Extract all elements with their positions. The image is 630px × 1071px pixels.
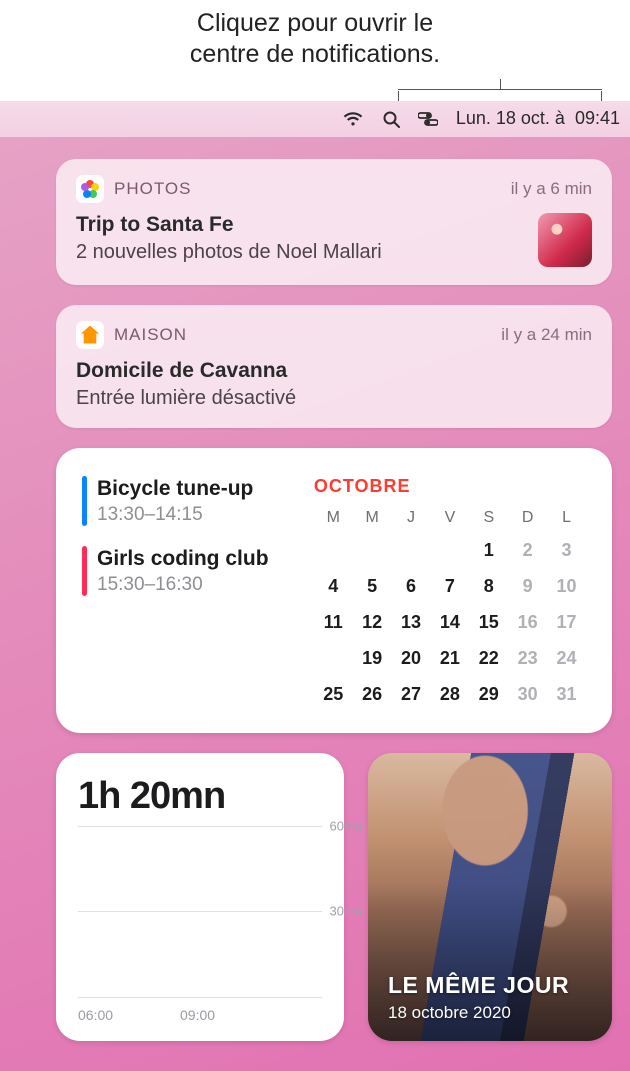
event-time: 13:30–14:15 — [97, 504, 253, 526]
calendar-day[interactable]: 19 — [353, 645, 392, 671]
calendar-day[interactable]: 10 — [547, 573, 586, 599]
notification-time: il y a 24 min — [501, 325, 592, 345]
calendar-day[interactable]: 7 — [430, 573, 469, 599]
notification-home[interactable]: MAISON il y a 24 min Domicile de Cavanna… — [56, 305, 612, 428]
notification-app-name: MAISON — [114, 325, 187, 345]
screentime-chart: 60mn 30mn 06:0009:00 — [78, 826, 322, 1023]
calendar-events-list: Bicycle tune-up13:30–14:15 Girls coding c… — [82, 476, 314, 707]
callout-bracket — [398, 79, 602, 101]
screentime-widget[interactable]: 1h 20mn 60mn 30mn 06:0009:00 — [56, 753, 344, 1041]
notification-center: PHOTOS il y a 6 min Trip to Santa Fe 2 n… — [0, 137, 630, 1061]
event-title: Bicycle tune-up — [97, 476, 253, 502]
calendar-event[interactable]: Girls coding club15:30–16:30 — [82, 546, 304, 596]
wifi-icon[interactable] — [342, 111, 364, 127]
event-color-bar — [82, 546, 87, 596]
notification-time: il y a 6 min — [511, 179, 592, 199]
calendar-day[interactable]: 9 — [508, 573, 547, 599]
calendar-day[interactable]: 16 — [508, 609, 547, 635]
calendar-day[interactable]: 31 — [547, 681, 586, 707]
calendar-day[interactable]: 3 — [547, 537, 586, 563]
event-time: 15:30–16:30 — [97, 574, 269, 596]
calendar-day[interactable]: 8 — [469, 573, 508, 599]
callout-text: Cliquez pour ouvrir le centre de notific… — [0, 0, 630, 79]
calendar-day[interactable]: 13 — [392, 609, 431, 635]
notification-photos[interactable]: PHOTOS il y a 6 min Trip to Santa Fe 2 n… — [56, 159, 612, 285]
calendar-dow: S — [469, 509, 508, 527]
calendar-dow: D — [508, 509, 547, 527]
calendar-day[interactable]: 12 — [353, 609, 392, 635]
calendar-day[interactable]: 22 — [469, 645, 508, 671]
calendar-dow: J — [392, 509, 431, 527]
calendar-day[interactable]: 26 — [353, 681, 392, 707]
calendar-grid: MMJVSDL123456789101112131415161718192021… — [314, 509, 586, 707]
calendar-day[interactable]: 27 — [392, 681, 431, 707]
menu-bar-datetime[interactable]: Lun. 18 oct. à 09:41 — [456, 108, 620, 129]
calendar-day[interactable]: 17 — [547, 609, 586, 635]
menu-bar-date: Lun. 18 oct. à — [456, 108, 565, 129]
calendar-day[interactable]: 28 — [430, 681, 469, 707]
callout-line1: Cliquez pour ouvrir le — [197, 9, 433, 37]
photos-app-icon — [76, 175, 104, 203]
menu-bar: Lun. 18 oct. à 09:41 — [0, 101, 630, 137]
event-title: Girls coding club — [97, 546, 269, 572]
calendar-month-view: OCTOBRE MMJVSDL1234567891011121314151617… — [314, 476, 586, 707]
screentime-total: 1h 20mn — [78, 775, 322, 818]
calendar-day[interactable]: 29 — [469, 681, 508, 707]
notification-title: Domicile de Cavanna — [76, 359, 592, 383]
calendar-day[interactable]: 1 — [469, 537, 508, 563]
calendar-day[interactable]: 23 — [508, 645, 547, 671]
notification-subtitle: Entrée lumière désactivé — [76, 387, 592, 410]
notification-thumbnail — [538, 213, 592, 267]
callout-line2: centre de notifications. — [190, 40, 440, 68]
calendar-widget[interactable]: Bicycle tune-up13:30–14:15 Girls coding c… — [56, 448, 612, 733]
spotlight-icon[interactable] — [382, 110, 400, 128]
calendar-day[interactable]: 20 — [392, 645, 431, 671]
chart-y-max: 60mn — [322, 818, 362, 833]
calendar-dow: V — [430, 509, 469, 527]
calendar-day[interactable]: 15 — [469, 609, 508, 635]
event-color-bar — [82, 476, 87, 526]
calendar-day[interactable]: 11 — [314, 609, 353, 635]
calendar-day[interactable]: 25 — [314, 681, 353, 707]
calendar-dow: M — [314, 509, 353, 527]
calendar-day[interactable]: 30 — [508, 681, 547, 707]
calendar-day[interactable]: 18 — [314, 645, 353, 671]
memory-title: LE MÊME JOUR — [388, 972, 569, 999]
chart-x-label: 09:00 — [180, 1007, 231, 1023]
calendar-day[interactable]: 4 — [314, 573, 353, 599]
calendar-day[interactable]: 5 — [353, 573, 392, 599]
calendar-dow: L — [547, 509, 586, 527]
notification-app-name: PHOTOS — [114, 179, 191, 199]
chart-y-mid: 30mn — [322, 904, 362, 919]
notification-title: Trip to Santa Fe — [76, 213, 524, 237]
menu-bar-time: 09:41 — [575, 108, 620, 129]
control-center-icon[interactable] — [418, 112, 438, 126]
photos-memory-widget[interactable]: LE MÊME JOUR 18 octobre 2020 — [368, 753, 612, 1041]
chart-x-label: 06:00 — [78, 1007, 129, 1023]
home-app-icon — [76, 321, 104, 349]
calendar-day[interactable]: 2 — [508, 537, 547, 563]
calendar-day[interactable]: 24 — [547, 645, 586, 671]
calendar-day[interactable]: 14 — [430, 609, 469, 635]
chart-x-label — [231, 1007, 282, 1023]
calendar-day[interactable]: 21 — [430, 645, 469, 671]
calendar-event[interactable]: Bicycle tune-up13:30–14:15 — [82, 476, 304, 526]
notification-subtitle: 2 nouvelles photos de Noel Mallari — [76, 241, 524, 264]
chart-x-label — [129, 1007, 180, 1023]
calendar-dow: M — [353, 509, 392, 527]
calendar-month-label: OCTOBRE — [314, 476, 586, 497]
calendar-day[interactable]: 6 — [392, 573, 431, 599]
desktop-screen: Lun. 18 oct. à 09:41 PHOTOS il y a 6 min… — [0, 101, 630, 1071]
memory-date: 18 octobre 2020 — [388, 1003, 569, 1023]
